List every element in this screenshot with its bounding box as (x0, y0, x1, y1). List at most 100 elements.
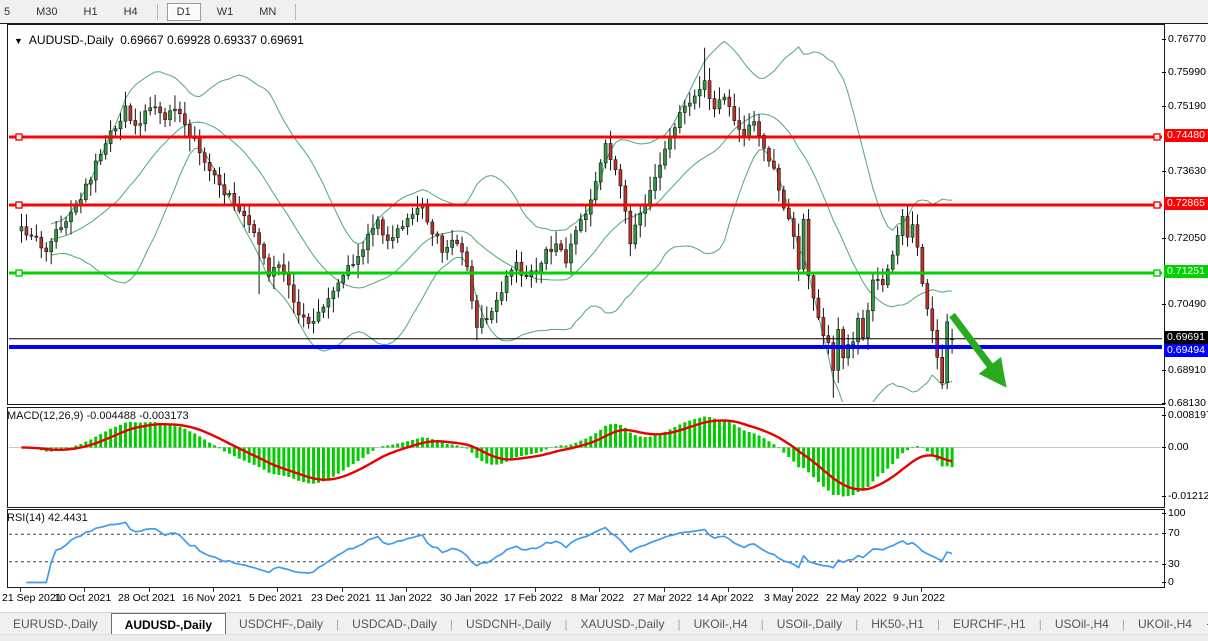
macd-axis-tick (1162, 415, 1166, 416)
time-axis-label: 30 Jan 2022 (440, 592, 498, 604)
time-axis-label: 22 May 2022 (826, 592, 887, 604)
price-axis-tick (1162, 238, 1166, 239)
macd-values: -0.004488 -0.003173 (86, 410, 188, 422)
time-axis: 21 Sep 202110 Oct 2021 28 Oct 2021 16 Nov … (0, 588, 1208, 612)
rsi-panel[interactable] (7, 509, 1165, 588)
chart-tab-eurchf-h1[interactable]: EURCHF-,H1 (940, 613, 1039, 635)
hline-handle[interactable] (16, 202, 22, 208)
rsi-axis-tick (1162, 582, 1166, 583)
time-axis-label: 10 Oct 2021 (54, 592, 111, 604)
timeframe-button-m30[interactable]: M30 (26, 3, 67, 21)
chart-title: ▼ AUDUSD-,Daily 0.69667 0.69928 0.69337 0… (14, 33, 304, 47)
price-axis-tick (1162, 403, 1166, 404)
macd-axis-label: 0.00 (1168, 441, 1208, 453)
timeframe-button-d1[interactable]: D1 (167, 3, 201, 21)
price-chart-panel[interactable] (7, 24, 1165, 405)
timeframe-button-w1[interactable]: W1 (207, 3, 244, 21)
price-chart-canvas (8, 25, 1162, 402)
rsi-value: 42.4431 (48, 512, 88, 524)
price-badge-0.69691: 0.69691 (1164, 331, 1208, 344)
price-axis-tick (1162, 72, 1166, 73)
rsi-axis-tick (1162, 513, 1166, 514)
price-axis-tick (1162, 106, 1166, 107)
time-axis-label: 9 Jun 2022 (893, 592, 945, 604)
chart-tab-ukoil-h4[interactable]: UKOil-,H4 (681, 613, 761, 635)
time-axis-label: 14 Apr 2022 (697, 592, 754, 604)
price-axis-tick (1162, 39, 1166, 40)
price-badge-0.71251[interactable]: 0.71251 (1164, 265, 1208, 278)
chart-symbol-label: AUDUSD-,Daily (29, 33, 114, 47)
rsi-canvas (8, 510, 1162, 585)
time-axis-label: 16 Nov 2021 (182, 592, 242, 604)
hline-handle[interactable] (1154, 270, 1160, 276)
time-axis-label: 27 Mar 2022 (633, 592, 692, 604)
toolbar-separator (157, 4, 158, 20)
macd-axis-label: 0.008197 (1168, 409, 1208, 421)
chart-tab-eurusd-daily[interactable]: EURUSD-,Daily (0, 613, 111, 635)
chart-tab-usoil-daily[interactable]: USOil-,Daily (764, 613, 855, 635)
bollinger-middle-band (51, 114, 952, 307)
time-axis-label: 23 Dec 2021 (311, 592, 371, 604)
time-axis-label: 17 Feb 2022 (504, 592, 563, 604)
chart-tab-hk50-h1[interactable]: HK50-,H1 (858, 613, 937, 635)
chart-dropdown-icon[interactable]: ▼ (14, 36, 23, 46)
chart-tab-usdcad-daily[interactable]: USDCAD-,Daily (339, 613, 450, 635)
chart-tab-xauusd-daily[interactable]: XAUUSD-,Daily (567, 613, 677, 635)
price-badge-0.69494[interactable]: 0.69494 (1164, 344, 1208, 357)
price-axis-label: 0.75990 (1168, 66, 1208, 78)
trend-arrow-annotation[interactable] (952, 315, 994, 371)
chart-tab-usdcnh-daily[interactable]: USDCNH-,Daily (453, 613, 564, 635)
macd-axis-tick (1162, 447, 1166, 448)
price-axis-tick (1162, 304, 1166, 305)
mt4-terminal: { "toolbar": { "items": [ {"label":"5","… (0, 0, 1208, 640)
chart-quote-ohlc: 0.69667 0.69928 0.69337 0.69691 (120, 33, 304, 47)
price-axis-label: 0.75190 (1168, 100, 1208, 112)
price-axis-label: 0.68130 (1168, 397, 1208, 409)
time-axis-label: 5 Dec 2021 (249, 592, 303, 604)
macd-panel[interactable] (7, 407, 1165, 508)
macd-axis-label: -0.012123 (1168, 490, 1208, 502)
price-badge-0.74480[interactable]: 0.74480 (1164, 129, 1208, 142)
price-axis-label: 0.68910 (1168, 364, 1208, 376)
macd-axis-tick (1162, 496, 1166, 497)
hline-handle[interactable] (1154, 134, 1160, 140)
bollinger-upper-band (51, 42, 952, 245)
chart-tab-usdchf-daily[interactable]: USDCHF-,Daily (226, 613, 336, 635)
timeframe-button-mn[interactable]: MN (249, 3, 286, 21)
toolbar-separator (295, 4, 296, 20)
price-axis-label: 0.72050 (1168, 232, 1208, 244)
macd-canvas (8, 408, 1162, 505)
price-axis-label: 0.70490 (1168, 298, 1208, 310)
hline-handle[interactable] (1154, 202, 1160, 208)
chart-tab-audusd-daily[interactable]: AUDUSD-,Daily (111, 613, 226, 635)
rsi-axis-tick (1162, 564, 1166, 565)
timeframe-button-h1[interactable]: H1 (74, 3, 108, 21)
rsi-axis-label: 70 (1168, 527, 1208, 539)
rsi-label: RSI(14) 42.4431 (7, 512, 88, 524)
time-axis-label: 8 Mar 2022 (571, 592, 624, 604)
rsi-axis-label: 100 (1168, 507, 1208, 519)
macd-label: MACD(12,26,9) -0.004488 -0.003173 (7, 410, 189, 422)
hline-handle[interactable] (16, 134, 22, 140)
timeframe-button-5[interactable]: 5 (0, 3, 20, 21)
price-axis-label: 0.73630 (1168, 165, 1208, 177)
chart-tab-bar: EURUSD-,DailyAUDUSD-,DailyUSDCHF-,Daily|… (0, 612, 1208, 635)
price-axis-label: 0.76770 (1168, 33, 1208, 45)
bollinger-lower-band (51, 148, 952, 402)
time-axis-label: 28 Oct 2021 (118, 592, 175, 604)
timeframe-button-h4[interactable]: H4 (114, 3, 148, 21)
time-axis-label: 3 May 2022 (764, 592, 819, 604)
rsi-axis-label: 0 (1168, 576, 1208, 588)
time-axis-label: 21 Sep 2021 (2, 592, 62, 604)
rsi-line (26, 522, 952, 582)
price-badge-0.72865[interactable]: 0.72865 (1164, 197, 1208, 210)
rsi-axis-label: 30 (1168, 558, 1208, 570)
chart-tab-ukoil-h4[interactable]: UKOil-,H4 (1125, 613, 1205, 635)
price-axis-tick (1162, 370, 1166, 371)
timeframe-toolbar: 5 M30 H1 H4 D1 W1 MN (0, 0, 1208, 23)
hline-handle[interactable] (16, 270, 22, 276)
macd-histogram (22, 417, 953, 497)
chart-tab-usoil-h4[interactable]: USOil-,H4 (1042, 613, 1122, 635)
time-axis-label: 11 Jan 2022 (375, 592, 432, 604)
price-axis-tick (1162, 171, 1166, 172)
